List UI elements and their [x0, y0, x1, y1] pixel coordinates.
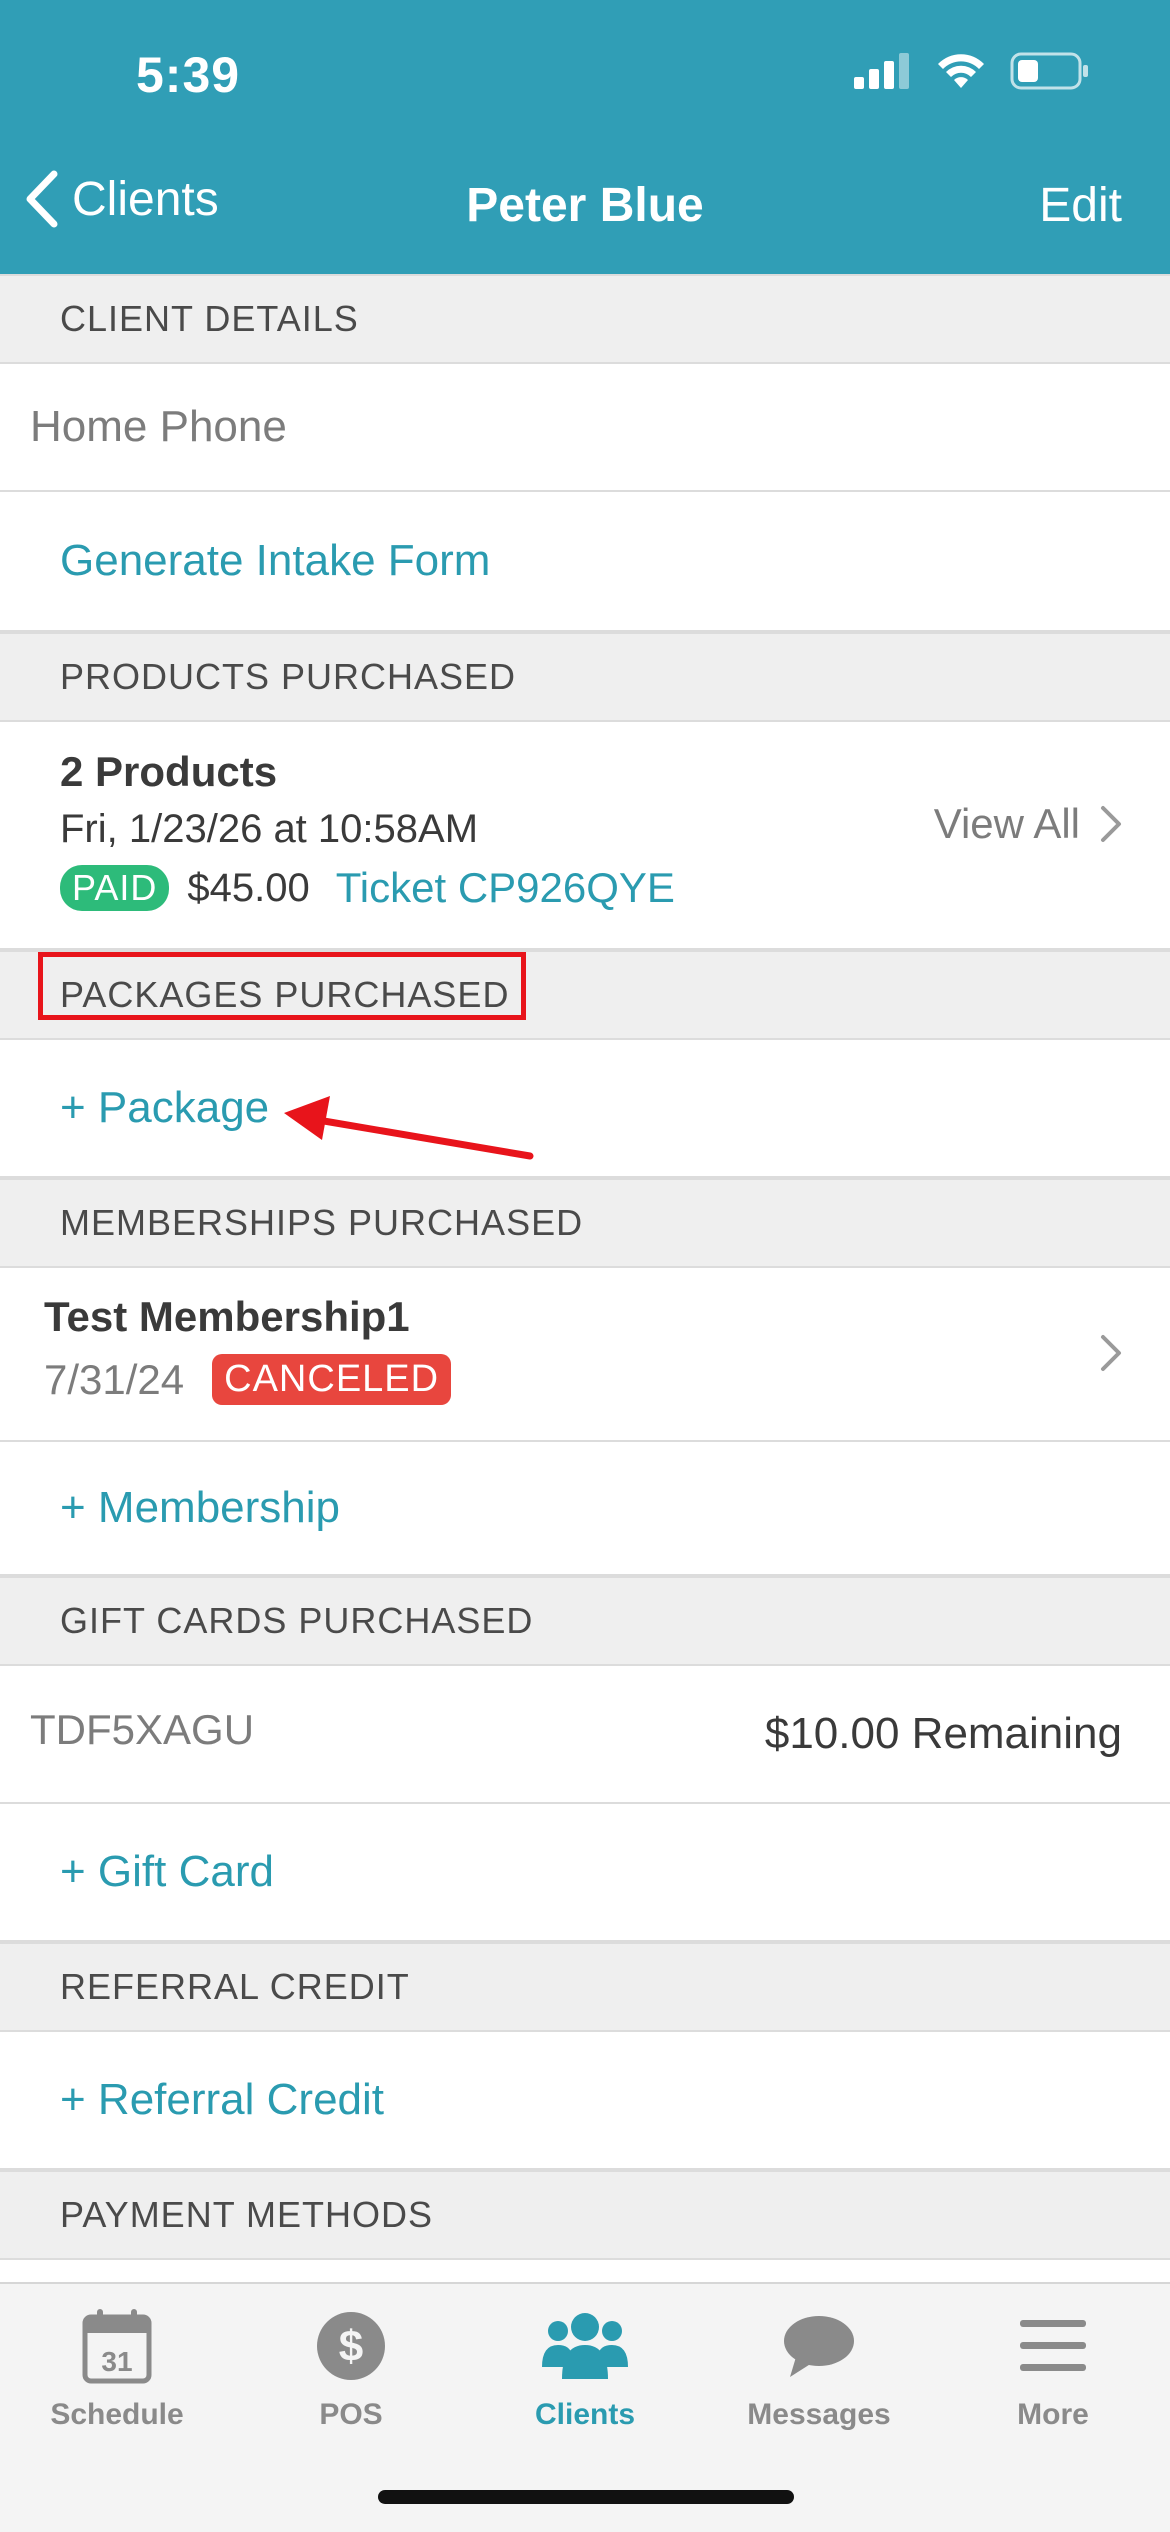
section-header-products: PRODUCTS PURCHASED	[0, 632, 1170, 722]
wifi-icon	[938, 54, 984, 88]
app-header: 5:39 Clients Peter Blue Edit	[0, 0, 1170, 274]
edit-button[interactable]: Edit	[1039, 178, 1122, 233]
membership-status-line: 7/31/24 CANCELED	[44, 1354, 452, 1405]
section-header-referral: REFERRAL CREDIT	[0, 1942, 1170, 2032]
tab-schedule-label: Schedule	[50, 2398, 184, 2431]
gift-card-code: TDF5XAGU	[30, 1706, 255, 1753]
tab-clients-label: Clients	[534, 2398, 636, 2431]
status-icons	[854, 52, 1090, 90]
dollar-icon: $	[234, 2304, 468, 2388]
home-phone-row[interactable]: Home Phone	[0, 364, 1170, 492]
products-amount: $45.00	[187, 865, 310, 910]
membership-row[interactable]: Test Membership1 7/31/24 CANCELED	[0, 1268, 1170, 1442]
section-header-payment-methods: PAYMENT METHODS	[0, 2170, 1170, 2260]
section-header-client-details: CLIENT DETAILS	[0, 274, 1170, 364]
tab-clients[interactable]: Clients	[468, 2304, 702, 2432]
add-package-button[interactable]: + Package	[0, 1040, 1170, 1178]
view-all-button[interactable]: View All	[934, 800, 1122, 848]
products-summary: 2 Products Fri, 1/23/26 at 10:58AM PAID …	[60, 744, 675, 912]
chevron-left-icon	[26, 170, 58, 228]
tab-messages[interactable]: Messages	[702, 2304, 936, 2432]
products-payment-line: PAID $45.00 Ticket CP926QYE	[60, 864, 675, 912]
generate-intake-form-button[interactable]: Generate Intake Form	[0, 492, 1170, 632]
section-header-gift-cards: GIFT CARDS PURCHASED	[0, 1576, 1170, 1666]
view-all-label: View All	[933, 800, 1080, 847]
add-gift-card-button[interactable]: + Gift Card	[0, 1804, 1170, 1942]
products-date: Fri, 1/23/26 at 10:58AM	[60, 807, 479, 851]
add-package-label: + Package	[60, 1083, 270, 1132]
generate-intake-form-label: Generate Intake Form	[60, 536, 491, 585]
gift-card-remaining: $10.00 Remaining	[764, 1709, 1122, 1758]
add-gift-card-label: + Gift Card	[60, 1847, 274, 1896]
calendar-icon: 31	[0, 2304, 234, 2388]
people-icon	[468, 2304, 702, 2388]
add-referral-credit-button[interactable]: + Referral Credit	[0, 2032, 1170, 2170]
chat-bubble-icon	[702, 2304, 936, 2388]
tab-more-label: More	[1017, 2398, 1089, 2431]
membership-name: Test Membership1	[44, 1293, 410, 1340]
tab-pos[interactable]: $ POS	[234, 2304, 468, 2432]
section-header-memberships: MEMBERSHIPS PURCHASED	[0, 1178, 1170, 1268]
menu-icon	[936, 2304, 1170, 2388]
membership-summary: Test Membership1 7/31/24 CANCELED	[44, 1288, 452, 1405]
calendar-day-number: 31	[101, 2346, 132, 2377]
back-button[interactable]: Clients	[24, 170, 219, 228]
products-count: 2 Products	[60, 748, 278, 795]
add-referral-credit-label: + Referral Credit	[60, 2075, 385, 2124]
canceled-badge: CANCELED	[212, 1354, 452, 1405]
tab-more[interactable]: More	[936, 2304, 1170, 2432]
add-membership-button[interactable]: + Membership	[0, 1442, 1170, 1576]
cellular-signal-icon	[854, 53, 909, 89]
gift-card-row[interactable]: TDF5XAGU $10.00 Remaining	[0, 1666, 1170, 1804]
products-purchased-row[interactable]: 2 Products Fri, 1/23/26 at 10:58AM PAID …	[0, 722, 1170, 950]
home-indicator	[378, 2490, 794, 2504]
tab-schedule[interactable]: 31 Schedule	[0, 2304, 234, 2432]
status-time: 5:39	[136, 47, 241, 103]
client-detail-list: CLIENT DETAILS Home Phone Generate Intak…	[0, 274, 1170, 2260]
tab-messages-label: Messages	[747, 2398, 891, 2431]
back-button-label: Clients	[72, 172, 219, 226]
tab-pos-label: POS	[319, 2398, 383, 2431]
annotation-highlight-box	[38, 952, 526, 1020]
battery-icon	[1010, 52, 1088, 90]
ticket-link[interactable]: Ticket CP926QYE	[336, 864, 675, 912]
chevron-right-icon	[1101, 1335, 1121, 1371]
add-membership-label: + Membership	[60, 1483, 341, 1532]
svg-text:$: $	[339, 2322, 363, 2371]
paid-badge: PAID	[60, 865, 170, 911]
membership-date: 7/31/24	[44, 1355, 185, 1403]
chevron-right-icon	[1101, 806, 1121, 842]
home-phone-label: Home Phone	[30, 402, 287, 451]
